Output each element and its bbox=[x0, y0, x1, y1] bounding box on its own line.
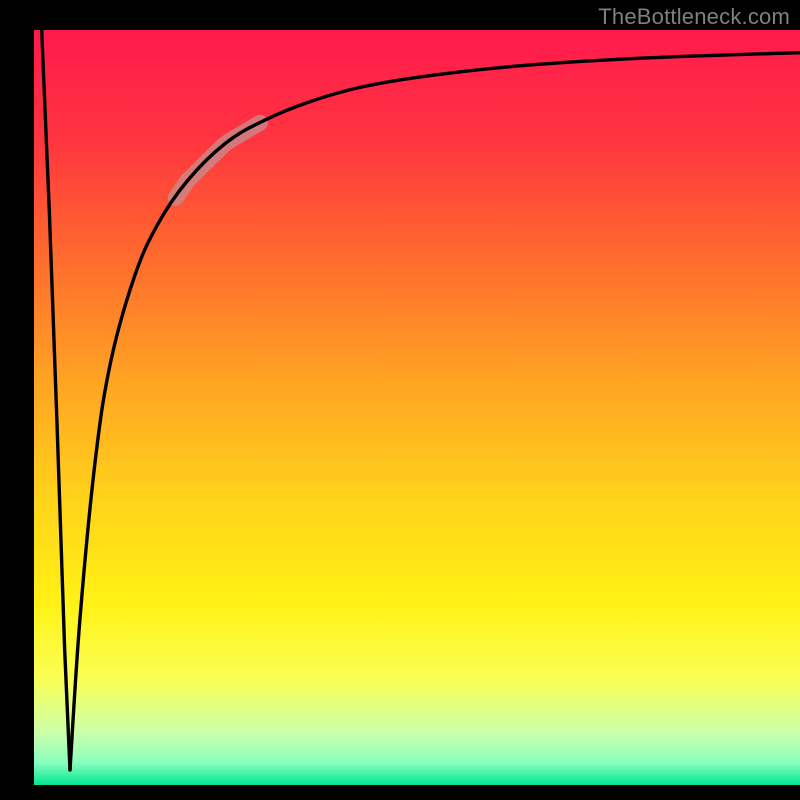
plot-background bbox=[34, 30, 800, 785]
watermark-text: TheBottleneck.com bbox=[598, 4, 790, 30]
bottleneck-plot bbox=[0, 0, 800, 800]
chart-frame: TheBottleneck.com bbox=[0, 0, 800, 800]
